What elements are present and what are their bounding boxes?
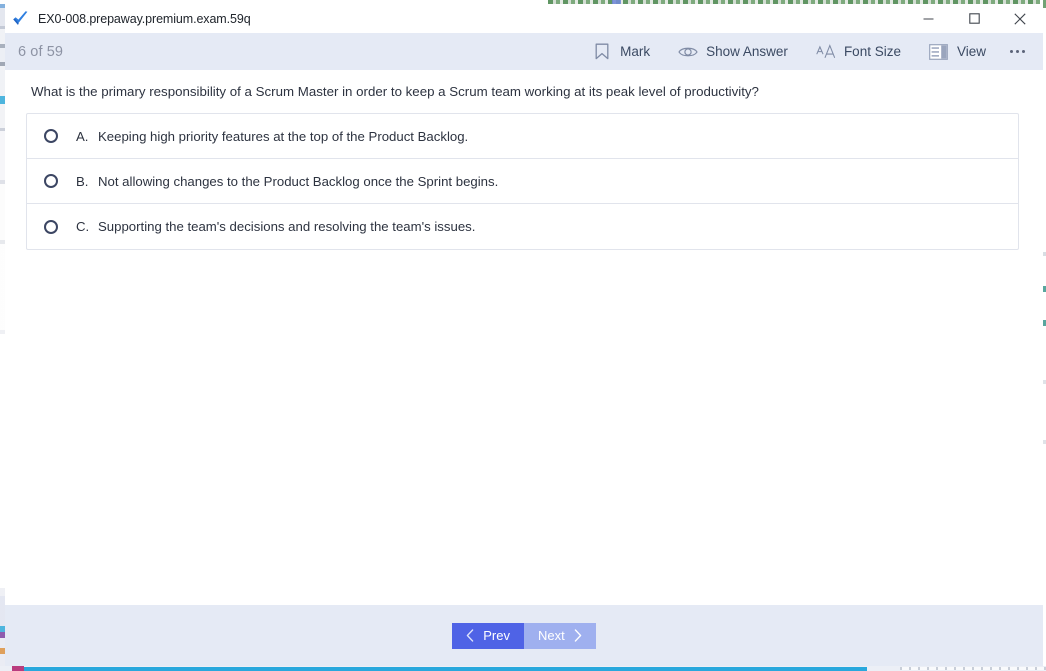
option-letter-a: A.: [76, 128, 89, 144]
background-taskbar-pink-marker: [12, 666, 24, 671]
show-answer-button[interactable]: Show Answer: [664, 33, 802, 70]
question-counter: 6 of 59: [18, 43, 64, 60]
window-title: EX0-008.prepaway.premium.exam.59q: [38, 11, 251, 26]
toolbar-actions: Mark Show Answer Font Size View: [578, 33, 1043, 70]
mark-button[interactable]: Mark: [578, 33, 664, 70]
background-taskbar-specks: [900, 667, 1046, 670]
option-text-c: Supporting the team's decisions and reso…: [98, 219, 476, 234]
show-answer-label: Show Answer: [706, 44, 788, 59]
option-text-b: Not allowing changes to the Product Back…: [98, 173, 499, 189]
window-controls: [905, 4, 1043, 33]
close-button[interactable]: [997, 4, 1043, 33]
eye-icon: [678, 42, 698, 62]
next-button[interactable]: Next: [524, 622, 596, 649]
chevron-left-icon: [467, 629, 474, 642]
radio-button-b[interactable]: [44, 174, 58, 188]
answer-option-a[interactable]: A. Keeping high priority features at the…: [27, 114, 1018, 159]
close-icon: [1014, 12, 1026, 25]
minimize-icon: [923, 18, 933, 20]
option-letter-b: B.: [76, 173, 89, 189]
answer-options-list: A. Keeping high priority features at the…: [26, 113, 1019, 250]
font-size-icon: [816, 42, 836, 62]
background-taskbar-cyan-bar: [22, 667, 867, 671]
prev-label: Prev: [483, 628, 510, 643]
maximize-button[interactable]: [951, 4, 997, 33]
question-content-area: What is the primary responsibility of a …: [5, 70, 1043, 605]
font-size-label: Font Size: [843, 44, 901, 59]
navigation-footer: Prev Next: [5, 605, 1043, 666]
option-letter-c: C.: [76, 219, 90, 234]
blue-checkmark-icon: [13, 10, 28, 25]
radio-button-c[interactable]: [44, 219, 58, 234]
title-bar[interactable]: EX0-008.prepaway.premium.exam.59q: [5, 4, 1043, 33]
answer-option-b[interactable]: B. Not allowing changes to the Product B…: [27, 159, 1018, 204]
minimize-button[interactable]: [905, 4, 951, 33]
question-text: What is the primary responsibility of a …: [31, 84, 759, 99]
mark-label: Mark: [620, 44, 651, 59]
view-label: View: [956, 44, 986, 59]
more-options-icon: [1010, 50, 1025, 53]
radio-button-a[interactable]: [44, 129, 58, 143]
view-layout-icon: [929, 42, 949, 62]
option-text-a: Keeping high priority features at the to…: [98, 128, 469, 144]
prev-button[interactable]: Prev: [452, 622, 524, 649]
answer-option-c[interactable]: C. Supporting the team's decisions and r…: [27, 204, 1018, 249]
exam-toolbar: 6 of 59 Mark Show Answer Font Size View: [5, 33, 1043, 70]
font-size-button[interactable]: Font Size: [802, 33, 915, 70]
maximize-icon: [968, 13, 980, 24]
view-button[interactable]: View: [915, 33, 1000, 70]
exam-simulator-window: EX0-008.prepaway.premium.exam.59q 6 of 5…: [0, 0, 1046, 671]
chevron-right-icon: [574, 629, 581, 642]
next-label: Next: [538, 628, 565, 643]
navigation-buttons: Prev Next: [452, 622, 596, 649]
bookmark-icon: [592, 42, 612, 62]
more-options-button[interactable]: [1000, 33, 1037, 70]
